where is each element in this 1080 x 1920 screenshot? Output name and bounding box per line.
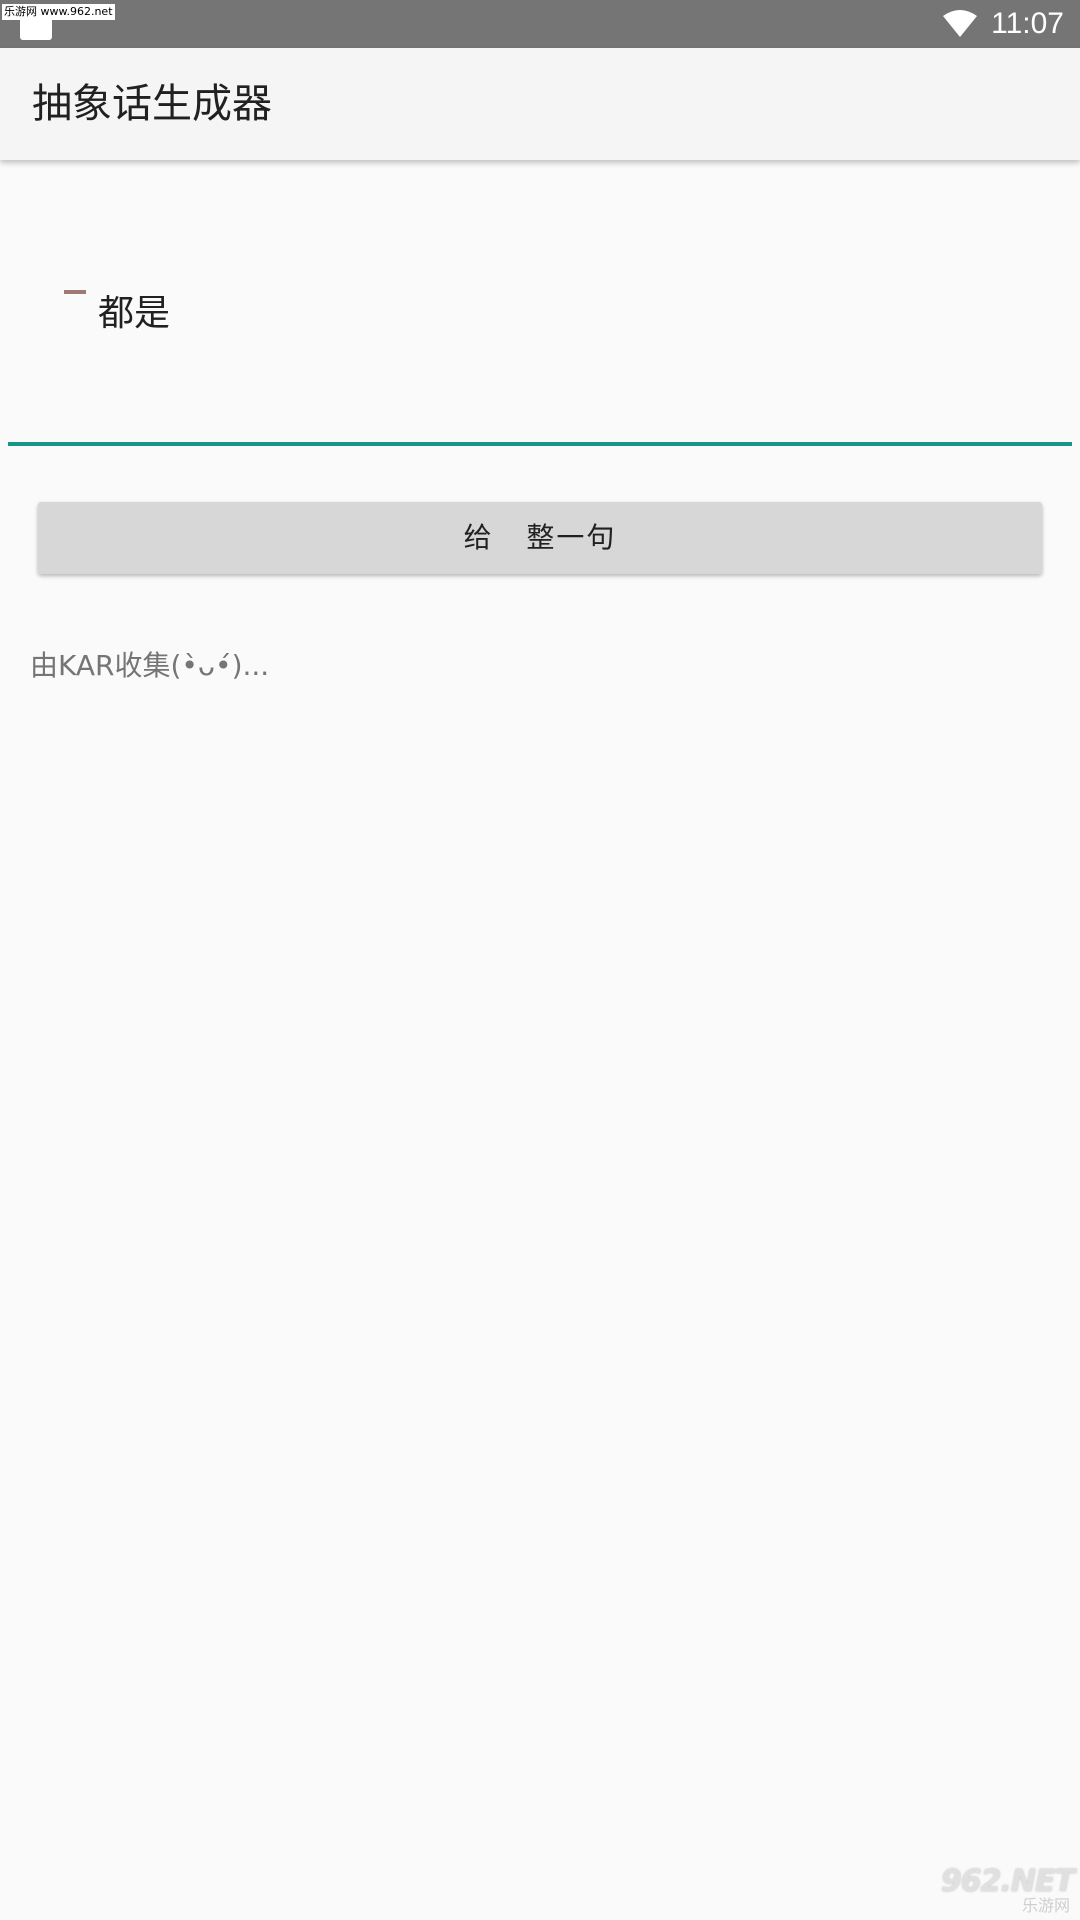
app-title: 抽象话生成器 bbox=[32, 81, 272, 127]
input-underline bbox=[8, 442, 1072, 446]
wifi-icon bbox=[943, 10, 977, 37]
generate-sentence-button[interactable]: 给 整一句 bbox=[38, 502, 1042, 574]
status-bar: 乐游网 www.962.net 11:07 bbox=[0, 0, 1080, 48]
site-logo-bottom: 乐游网 bbox=[1021, 1896, 1070, 1915]
input-value[interactable]: 都是 bbox=[98, 284, 170, 336]
app-bar: 抽象话生成器 bbox=[0, 48, 1080, 160]
site-watermark-logo: 962.NET 乐游网 bbox=[941, 1864, 1075, 1916]
status-clock: 11:07 bbox=[991, 7, 1064, 40]
text-input-field[interactable]: 都是 bbox=[8, 220, 1072, 446]
watermark-badge: 乐游网 www.962.net bbox=[2, 4, 115, 20]
credit-text: 由KAR收集(•̀ᴗ•́)... bbox=[30, 649, 270, 682]
text-cursor-handle[interactable] bbox=[64, 290, 86, 294]
